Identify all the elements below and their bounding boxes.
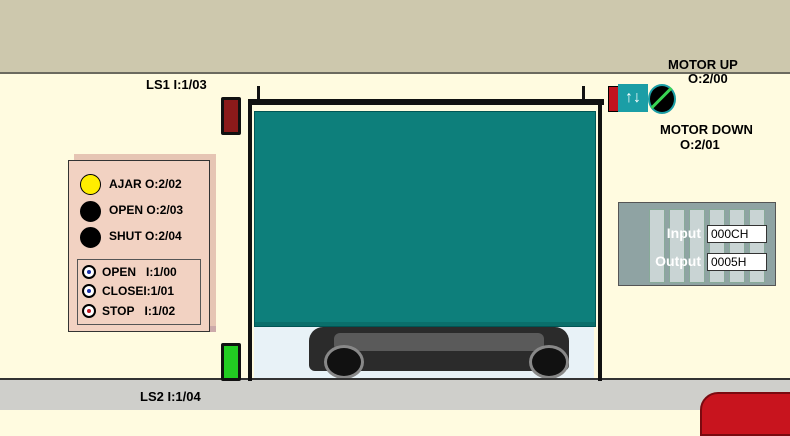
close-pushbutton-label: CLOSEI:1/01 <box>102 284 175 298</box>
motor-indicator: ↑↓ <box>608 84 676 114</box>
motor-up-label: MOTOR UP <box>668 57 738 72</box>
door-right-post <box>598 99 602 381</box>
ajar-label: AJAR O:2/02 <box>109 177 182 191</box>
stop-pushbutton[interactable] <box>82 304 96 318</box>
car-window <box>334 333 544 351</box>
motor-up-address: O:2/00 <box>688 71 728 86</box>
ajar-lamp <box>80 174 101 195</box>
input-value: 000CH <box>707 225 767 243</box>
limit-switch-ls1 <box>221 97 241 135</box>
motor-icon <box>648 84 676 114</box>
floor <box>0 378 790 410</box>
output-label: Output <box>655 253 701 269</box>
rail-hook-right <box>582 86 585 102</box>
shut-lamp-label: SHUT O:2/04 <box>109 229 182 243</box>
plc-slot <box>729 209 745 283</box>
motor-down-address: O:2/01 <box>680 137 720 152</box>
output-value: 0005H <box>707 253 767 271</box>
door-top-rail <box>248 99 604 105</box>
open-lamp-label: OPEN O:2/03 <box>109 203 184 217</box>
open-pushbutton[interactable] <box>82 265 96 279</box>
open-pushbutton-label: OPEN I:1/00 <box>102 265 177 279</box>
plc-slot <box>749 209 765 283</box>
motor-down-label: MOTOR DOWN <box>660 122 753 137</box>
input-label: Input <box>666 225 701 241</box>
up-down-arrows-icon: ↑↓ <box>618 84 648 112</box>
car-wheel <box>324 345 364 378</box>
door-left-post <box>248 99 252 381</box>
plc-slot <box>669 209 685 283</box>
close-pushbutton[interactable] <box>82 284 96 298</box>
open-lamp <box>80 201 101 222</box>
plc-slot <box>689 209 705 283</box>
garage-door[interactable] <box>254 111 596 327</box>
rail-hook-left <box>257 86 260 102</box>
ls2-label: LS2 I:1/04 <box>140 389 201 404</box>
garage-opening <box>254 325 594 378</box>
control-panel: AJAR O:2/02 OPEN O:2/03 SHUT O:2/04 OPEN… <box>68 160 210 332</box>
limit-switch-ls2 <box>221 343 241 381</box>
stop-pushbutton-label: STOP I:1/02 <box>102 304 176 318</box>
car-wheel <box>529 345 569 378</box>
red-control-button[interactable] <box>700 392 790 436</box>
shut-lamp <box>80 227 101 248</box>
plc-slot <box>709 209 725 283</box>
plc-rack: Input 000CH Output 0005H <box>618 202 776 286</box>
ls1-label: LS1 I:1/03 <box>146 77 207 92</box>
pushbutton-group: OPEN I:1/00 CLOSEI:1/01 STOP I:1/02 <box>77 259 201 325</box>
plc-slot <box>649 209 665 283</box>
